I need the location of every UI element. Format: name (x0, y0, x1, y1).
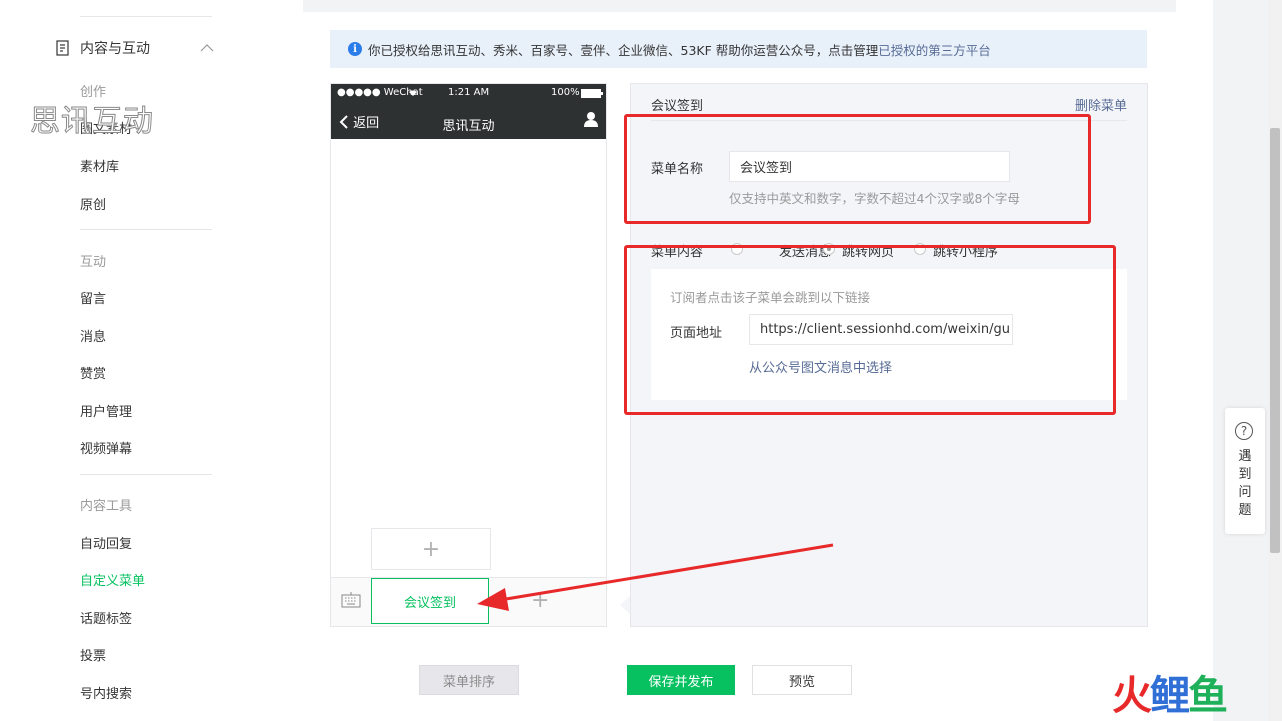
help-text: 遇到问题 (1225, 448, 1265, 520)
question-icon: ? (1235, 422, 1253, 440)
help-tab[interactable]: ? 遇到问题 (1225, 408, 1265, 534)
logo-fish: 鱼 (1188, 673, 1228, 719)
scrollbar-thumb[interactable] (1270, 128, 1280, 553)
brand-logo: 火鲤鱼 (1112, 673, 1228, 719)
logo-carp: 鲤 (1150, 673, 1190, 719)
logo-fire: 火 (1112, 673, 1152, 719)
help-label: 遇到问题 (1238, 449, 1252, 518)
annotation-arrow (477, 543, 834, 611)
preview-button[interactable]: 预览 (752, 665, 852, 695)
save-publish-button[interactable]: 保存并发布 (627, 665, 735, 695)
menu-sort-button[interactable]: 菜单排序 (419, 665, 519, 695)
